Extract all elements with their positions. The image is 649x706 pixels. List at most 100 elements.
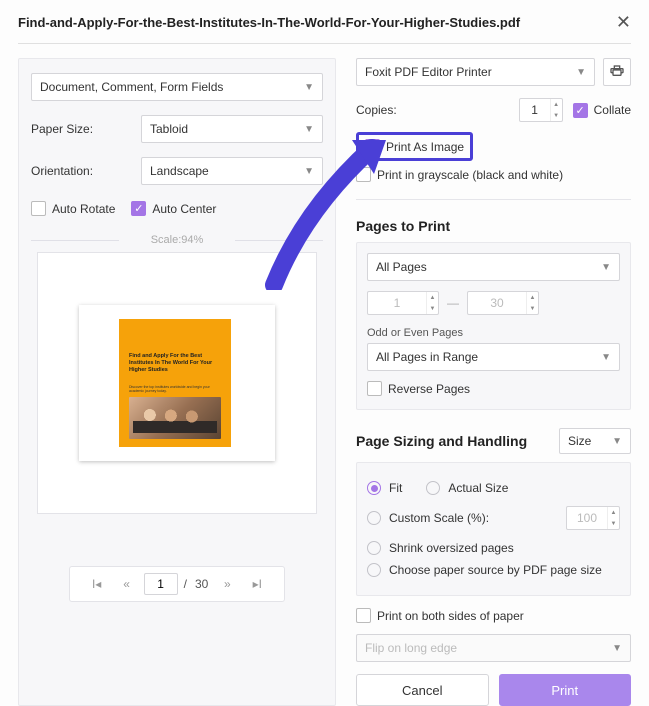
custom-scale-value: 100 [567, 511, 607, 525]
preview-image [129, 397, 221, 439]
page-from-input[interactable]: 1 ▲▼ [367, 291, 439, 315]
page-preview: Find and Apply For the Best Institutes I… [37, 252, 317, 514]
fit-radio[interactable]: Fit [367, 481, 402, 495]
handling-mode-value: Size [568, 434, 591, 448]
radio-icon [367, 541, 381, 555]
collate-checkbox[interactable]: ✓ Collate [573, 103, 631, 118]
copies-input[interactable]: 1 ▲▼ [519, 98, 563, 122]
actual-size-radio[interactable]: Actual Size [426, 481, 508, 495]
odd-even-label: Odd or Even Pages [367, 327, 620, 339]
page-total: 30 [195, 577, 208, 591]
flip-select: Flip on long edge ▼ [356, 634, 631, 662]
copies-label: Copies: [356, 103, 509, 117]
orientation-select[interactable]: Landscape ▼ [141, 157, 323, 185]
auto-center-label: Auto Center [152, 202, 216, 216]
page-to-value: 30 [468, 296, 526, 310]
flip-value: Flip on long edge [365, 641, 457, 655]
spin-down-icon[interactable]: ▼ [608, 518, 619, 529]
checkbox-icon: ✓ [573, 103, 588, 118]
checkbox-icon [356, 167, 371, 182]
print-as-image-checkbox[interactable]: ✓ Print As Image [365, 139, 464, 154]
checkbox-icon: ✓ [131, 201, 146, 216]
spin-up-icon[interactable]: ▲ [427, 292, 438, 303]
custom-scale-input[interactable]: 100 ▲▼ [566, 506, 620, 530]
paper-size-value: Tabloid [150, 122, 188, 136]
chevron-down-icon: ▼ [576, 67, 586, 78]
odd-even-value: All Pages in Range [376, 350, 478, 364]
printer-properties-button[interactable] [603, 58, 631, 86]
next-page-button[interactable]: » [214, 573, 240, 595]
radio-icon [367, 511, 381, 525]
shrink-radio[interactable]: Shrink oversized pages [367, 541, 620, 555]
spin-up-icon[interactable]: ▲ [608, 507, 619, 518]
reverse-pages-label: Reverse Pages [388, 382, 470, 396]
spin-down-icon[interactable]: ▼ [427, 303, 438, 314]
orientation-label: Orientation: [31, 164, 141, 178]
paper-source-label: Choose paper source by PDF page size [389, 563, 602, 577]
radio-icon [367, 563, 381, 577]
last-page-button[interactable]: ▸I [244, 573, 270, 595]
reverse-pages-checkbox[interactable]: Reverse Pages [367, 381, 470, 396]
chevron-down-icon: ▼ [612, 643, 622, 654]
print-as-image-label: Print As Image [386, 140, 464, 154]
pages-value: All Pages [376, 260, 427, 274]
checkbox-icon [356, 608, 371, 623]
preview-headline: Find and Apply For the Best Institutes I… [129, 353, 221, 374]
right-panel: Foxit PDF Editor Printer ▼ Copies: 1 ▲▼ … [356, 58, 631, 706]
pages-to-print-heading: Pages to Print [356, 218, 631, 234]
paper-size-select[interactable]: Tabloid ▼ [141, 115, 323, 143]
checkbox-icon [31, 201, 46, 216]
preview-subtext: Discover the top institutes worldwide an… [129, 385, 221, 393]
paper-source-radio[interactable]: Choose paper source by PDF page size [367, 563, 620, 577]
grayscale-label: Print in grayscale (black and white) [377, 168, 563, 182]
odd-even-select[interactable]: All Pages in Range ▼ [367, 343, 620, 371]
spin-down-icon[interactable]: ▼ [551, 110, 562, 121]
printer-select[interactable]: Foxit PDF Editor Printer ▼ [356, 58, 595, 86]
chevron-down-icon: ▼ [612, 436, 622, 447]
chevron-down-icon: ▼ [304, 124, 314, 135]
print-as-image-highlight: ✓ Print As Image [356, 132, 473, 161]
left-panel: Document, Comment, Form Fields ▼ Paper S… [18, 58, 336, 706]
close-icon[interactable]: ✕ [616, 12, 631, 33]
duplex-label: Print on both sides of paper [377, 609, 524, 623]
range-dash: — [447, 296, 459, 310]
radio-icon [426, 481, 440, 495]
checkbox-icon [367, 381, 382, 396]
printer-icon [609, 64, 625, 80]
chevron-down-icon: ▼ [304, 166, 314, 177]
page-to-input[interactable]: 30 ▲▼ [467, 291, 539, 315]
auto-center-checkbox[interactable]: ✓ Auto Center [131, 201, 216, 216]
duplex-checkbox[interactable]: Print on both sides of paper [356, 608, 524, 623]
first-page-button[interactable]: I◂ [84, 573, 110, 595]
shrink-label: Shrink oversized pages [389, 541, 514, 555]
spin-up-icon[interactable]: ▲ [551, 99, 562, 110]
prev-page-button[interactable]: « [114, 573, 140, 595]
radio-icon [367, 481, 381, 495]
auto-rotate-checkbox[interactable]: Auto Rotate [31, 201, 115, 216]
titlebar: Find-and-Apply-For-the-Best-Institutes-I… [18, 12, 631, 44]
spin-down-icon[interactable]: ▼ [527, 303, 538, 314]
custom-scale-label: Custom Scale (%): [389, 511, 489, 525]
spin-up-icon[interactable]: ▲ [527, 292, 538, 303]
scale-label: Scale:94% [31, 234, 323, 246]
page-number-input[interactable] [144, 573, 178, 595]
chevron-down-icon: ▼ [601, 262, 611, 273]
print-content-select[interactable]: Document, Comment, Form Fields ▼ [31, 73, 323, 101]
window-title: Find-and-Apply-For-the-Best-Institutes-I… [18, 15, 520, 30]
chevron-down-icon: ▼ [304, 82, 314, 93]
collate-label: Collate [594, 103, 631, 117]
print-content-value: Document, Comment, Form Fields [40, 80, 223, 94]
chevron-down-icon: ▼ [601, 352, 611, 363]
preview-page: Find and Apply For the Best Institutes I… [79, 305, 275, 461]
actual-size-label: Actual Size [448, 481, 508, 495]
custom-scale-radio[interactable]: Custom Scale (%): [367, 511, 489, 525]
printer-value: Foxit PDF Editor Printer [365, 65, 492, 79]
page-from-value: 1 [368, 296, 426, 310]
pages-select[interactable]: All Pages ▼ [367, 253, 620, 281]
grayscale-checkbox[interactable]: Print in grayscale (black and white) [356, 167, 563, 182]
handling-mode-select[interactable]: Size ▼ [559, 428, 631, 454]
fit-label: Fit [389, 481, 402, 495]
pager: I◂ « / 30 » ▸I [69, 566, 285, 602]
auto-rotate-label: Auto Rotate [52, 202, 115, 216]
paper-size-label: Paper Size: [31, 122, 141, 136]
